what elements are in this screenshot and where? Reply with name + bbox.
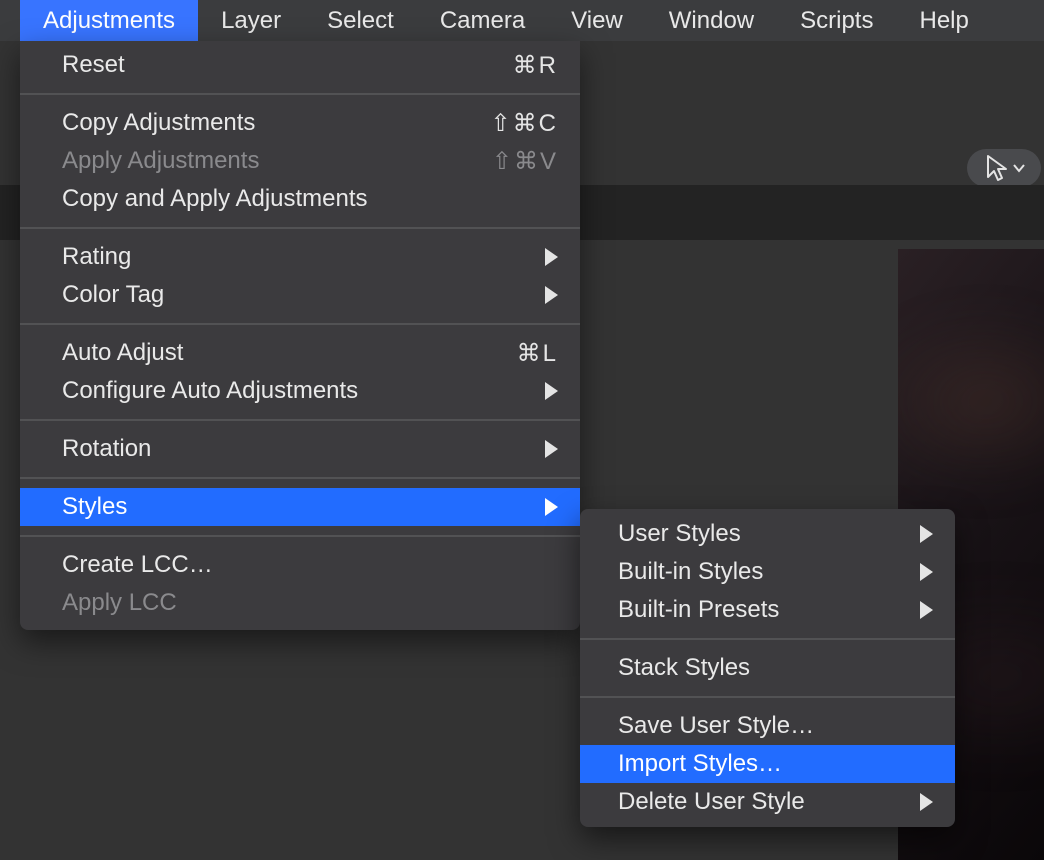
menu-item-label: Import Styles…: [618, 750, 933, 778]
submenu-arrow-icon: [545, 440, 558, 458]
submenu-item-delete-user-style[interactable]: Delete User Style: [580, 783, 955, 821]
menubar: Adjustments Layer Select Camera View Win…: [0, 0, 1044, 41]
menu-item-label: Apply LCC: [62, 589, 558, 617]
menu-item-copy-and-apply-adjustments[interactable]: Copy and Apply Adjustments: [20, 180, 580, 218]
menu-item-label: Apply Adjustments: [62, 147, 492, 175]
menu-item-shortcut: ⌘R: [513, 51, 558, 80]
submenu-item-stack-styles[interactable]: Stack Styles: [580, 649, 955, 687]
menu-separator: [20, 477, 580, 479]
submenu-arrow-icon: [920, 601, 933, 619]
menu-item-apply-adjustments: Apply Adjustments ⇧⌘V: [20, 142, 580, 180]
menu-item-copy-adjustments[interactable]: Copy Adjustments ⇧⌘C: [20, 104, 580, 142]
menu-item-label: Built-in Styles: [618, 558, 908, 586]
menu-item-label: Stack Styles: [618, 654, 933, 682]
menubar-item-select[interactable]: Select: [304, 0, 417, 41]
submenu-arrow-icon: [545, 248, 558, 266]
menu-item-rating[interactable]: Rating: [20, 238, 580, 276]
adjustments-menu: Reset ⌘R Copy Adjustments ⇧⌘C Apply Adju…: [20, 41, 580, 630]
menu-separator: [20, 93, 580, 95]
submenu-item-import-styles[interactable]: Import Styles…: [580, 745, 955, 783]
submenu-arrow-icon: [545, 286, 558, 304]
menubar-item-scripts[interactable]: Scripts: [777, 0, 896, 41]
menubar-item-view[interactable]: View: [548, 0, 646, 41]
menu-item-reset[interactable]: Reset ⌘R: [20, 46, 580, 84]
submenu-arrow-icon: [920, 563, 933, 581]
menu-item-shortcut: ⇧⌘C: [491, 109, 558, 138]
menu-item-auto-adjust[interactable]: Auto Adjust ⌘L: [20, 334, 580, 372]
menubar-item-adjustments[interactable]: Adjustments: [20, 0, 198, 41]
menu-item-label: Reset: [62, 51, 513, 79]
submenu-item-save-user-style[interactable]: Save User Style…: [580, 707, 955, 745]
menu-item-label: Save User Style…: [618, 712, 933, 740]
submenu-item-built-in-styles[interactable]: Built-in Styles: [580, 553, 955, 591]
submenu-arrow-icon: [545, 498, 558, 516]
menu-separator: [580, 696, 955, 698]
menu-item-label: Rating: [62, 243, 533, 271]
menubar-item-window[interactable]: Window: [646, 0, 777, 41]
menu-item-label: Copy and Apply Adjustments: [62, 185, 558, 213]
submenu-arrow-icon: [545, 382, 558, 400]
menu-item-shortcut: ⌘L: [517, 339, 558, 368]
menu-item-label: User Styles: [618, 520, 908, 548]
styles-submenu: User Styles Built-in Styles Built-in Pre…: [580, 509, 955, 827]
menu-separator: [20, 535, 580, 537]
chevron-down-icon: [1013, 163, 1025, 173]
menu-item-label: Delete User Style: [618, 788, 908, 816]
menu-item-configure-auto-adjustments[interactable]: Configure Auto Adjustments: [20, 372, 580, 410]
menu-item-color-tag[interactable]: Color Tag: [20, 276, 580, 314]
menu-item-label: Built-in Presets: [618, 596, 908, 624]
menu-item-label: Auto Adjust: [62, 339, 517, 367]
submenu-item-user-styles[interactable]: User Styles: [580, 515, 955, 553]
menu-item-shortcut: ⇧⌘V: [492, 147, 558, 176]
submenu-arrow-icon: [920, 525, 933, 543]
menubar-item-camera[interactable]: Camera: [417, 0, 548, 41]
menu-item-label: Color Tag: [62, 281, 533, 309]
menu-item-label: Create LCC…: [62, 551, 558, 579]
menubar-item-layer[interactable]: Layer: [198, 0, 304, 41]
menu-item-label: Copy Adjustments: [62, 109, 491, 137]
submenu-arrow-icon: [920, 793, 933, 811]
menu-item-apply-lcc: Apply LCC: [20, 584, 580, 622]
menu-item-create-lcc[interactable]: Create LCC…: [20, 546, 580, 584]
menu-item-label: Styles: [62, 493, 533, 521]
menu-separator: [20, 323, 580, 325]
submenu-item-built-in-presets[interactable]: Built-in Presets: [580, 591, 955, 629]
menubar-item-help[interactable]: Help: [896, 0, 991, 41]
menu-separator: [580, 638, 955, 640]
menu-item-label: Rotation: [62, 435, 533, 463]
menu-item-label: Configure Auto Adjustments: [62, 377, 533, 405]
cursor-tool-button[interactable]: [967, 149, 1041, 187]
pointer-icon: [984, 154, 1010, 182]
menu-separator: [20, 419, 580, 421]
menu-item-rotation[interactable]: Rotation: [20, 430, 580, 468]
menu-item-styles[interactable]: Styles: [20, 488, 580, 526]
menu-separator: [20, 227, 580, 229]
